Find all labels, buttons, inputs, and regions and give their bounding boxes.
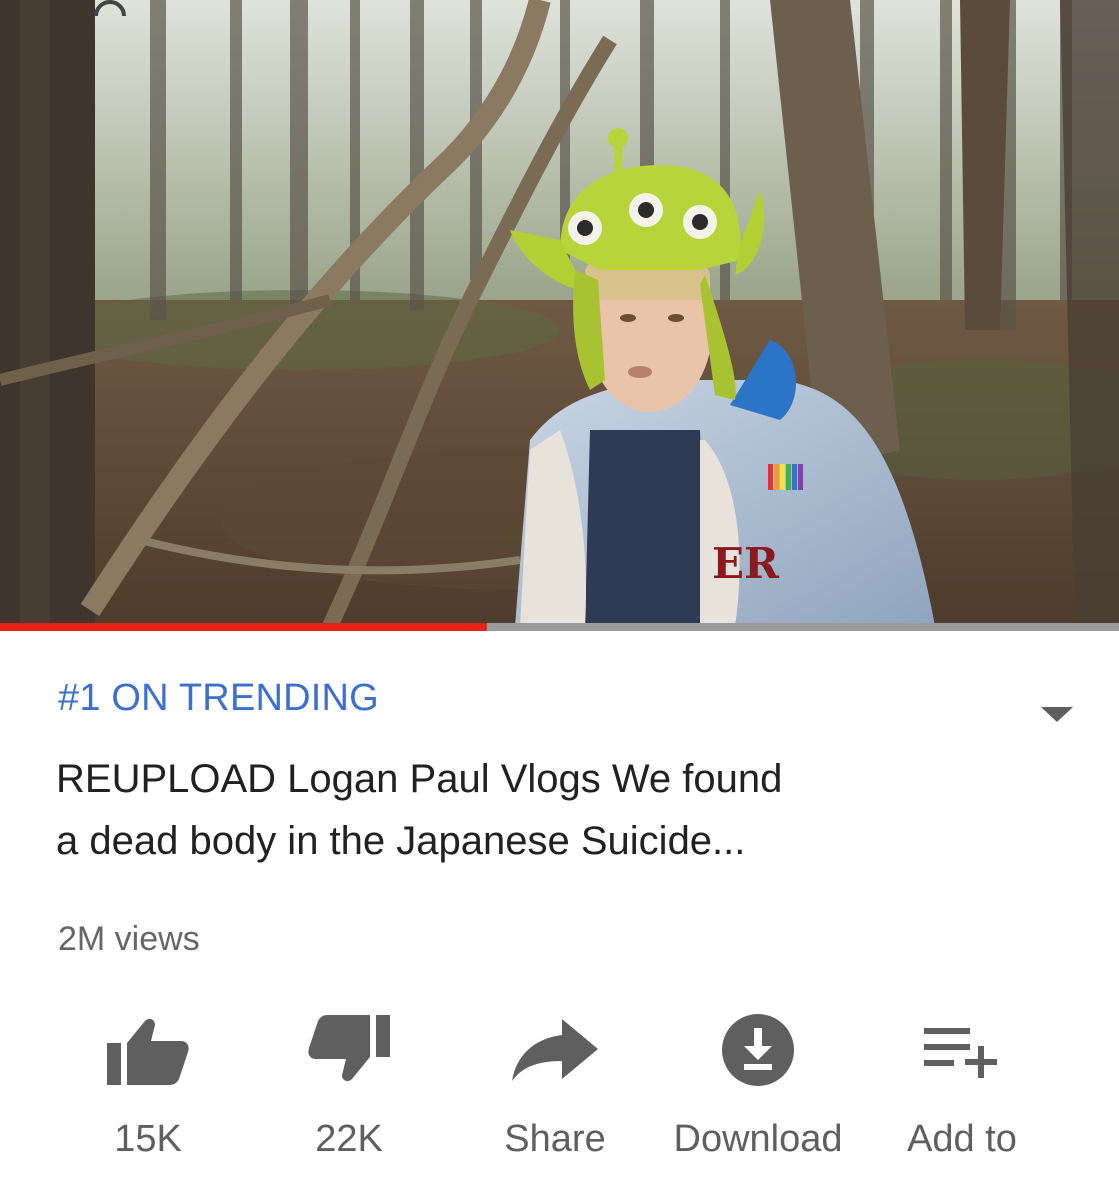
download-icon	[658, 1010, 858, 1090]
view-count: 2M views	[58, 920, 200, 958]
video-title-line-2: a dead body in the Japanese Suicide...	[56, 819, 746, 863]
video-progress-played	[0, 623, 487, 631]
download-label: Download	[673, 1118, 843, 1160]
add-to-label: Add to	[907, 1118, 1017, 1160]
share-label: Share	[504, 1118, 606, 1160]
jacket-badge-text: ER	[712, 539, 780, 588]
video-title: REUPLOAD Logan Paul Vlogs We found a dea…	[56, 748, 1016, 872]
like-button[interactable]: 15K	[48, 1010, 248, 1161]
video-frame: ER	[0, 0, 1119, 626]
trending-badge[interactable]: #1 ON TRENDING	[58, 677, 379, 720]
video-player[interactable]: ER	[0, 0, 1119, 626]
thumbs-up-icon	[48, 1010, 248, 1090]
like-count: 15K	[114, 1118, 182, 1160]
chevron-down-icon[interactable]	[1041, 707, 1073, 722]
download-button[interactable]: Download	[658, 1010, 858, 1161]
dislike-button[interactable]: 22K	[249, 1010, 449, 1161]
share-button[interactable]: Share	[455, 1010, 655, 1161]
dislike-count: 22K	[315, 1118, 383, 1160]
add-to-button[interactable]: Add to	[862, 1010, 1062, 1161]
share-arrow-icon	[455, 1010, 655, 1090]
video-title-line-1: REUPLOAD Logan Paul Vlogs We found	[56, 757, 783, 801]
thumbs-down-icon	[249, 1010, 449, 1090]
add-to-playlist-icon	[862, 1010, 1062, 1090]
video-progress-bar[interactable]	[0, 623, 1119, 631]
